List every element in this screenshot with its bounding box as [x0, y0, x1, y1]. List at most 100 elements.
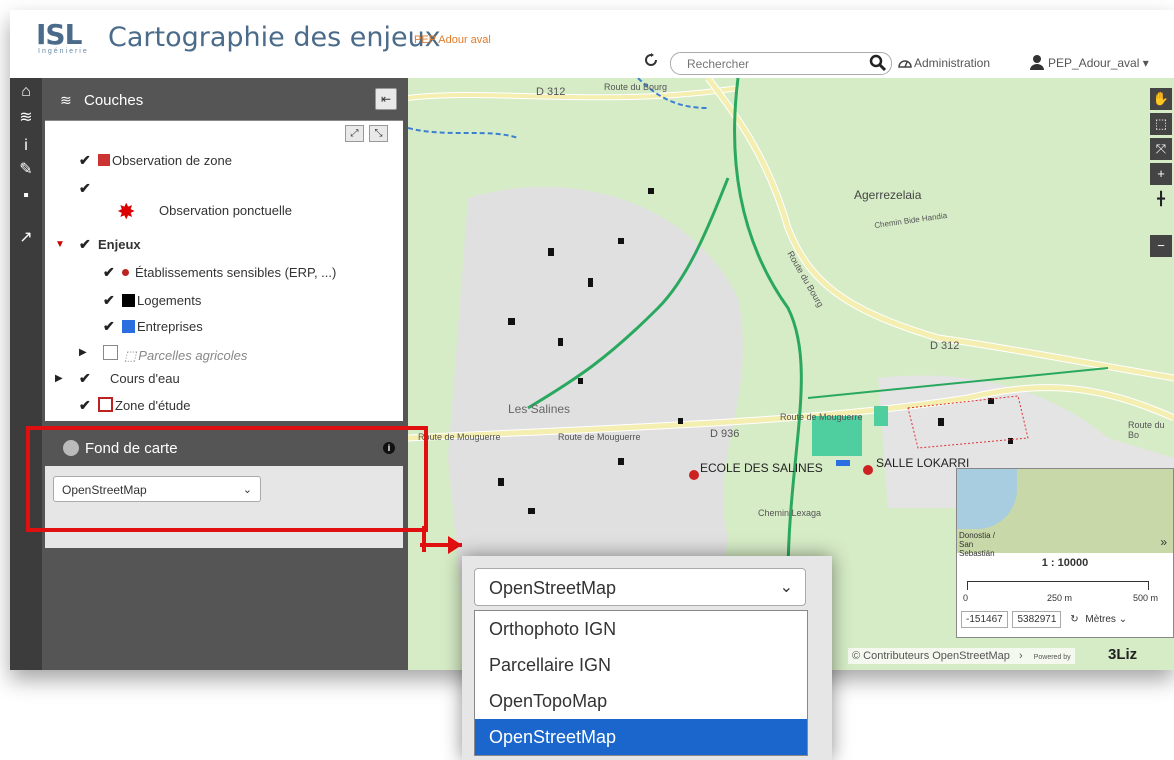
layer-etablissements[interactable]: ✔ Établissements sensibles (ERP, ...)	[103, 265, 336, 280]
couches-title: Couches	[84, 92, 144, 109]
dashboard-icon	[898, 60, 912, 68]
layer-label: Établissements sensibles (ERP, ...)	[135, 265, 337, 280]
overview-minimap[interactable]: Donostia / San Sebastián »	[957, 469, 1173, 558]
pan-icon[interactable]: ✋	[1150, 88, 1172, 110]
scale-500: 500 m	[1133, 593, 1159, 603]
search-box[interactable]	[670, 52, 892, 75]
layer-observation-zone[interactable]: ✔ Observation de zone	[79, 153, 232, 168]
share-icon[interactable]: ↗	[16, 228, 36, 248]
map-label-route-du-bo: Route du Bo	[1128, 420, 1165, 440]
zoomed-dropdown: OpenStreetMap ⌄ Orthophoto IGN Parcellai…	[462, 556, 832, 760]
collapsed-caret-icon[interactable]: ▶	[55, 373, 63, 384]
nav-strip: ⌂ ≋ i ✎ ▪ ↗	[10, 78, 42, 670]
layers-nav-icon[interactable]: ≋	[16, 108, 36, 128]
attribution-arrow[interactable]: ›	[1019, 650, 1023, 662]
user-icon	[1030, 55, 1044, 70]
zoom-out-button[interactable]: −	[1150, 235, 1172, 257]
layer-label: Observation de zone	[112, 153, 232, 168]
option-opentopomap[interactable]: OpenTopoMap	[475, 683, 807, 719]
zoom-extent-icon[interactable]: ⤧	[1150, 138, 1172, 160]
map-label-d312-b: D 312	[930, 340, 960, 352]
home-icon[interactable]: ⌂	[16, 82, 36, 102]
expand-all-button[interactable]: ⤢	[345, 125, 364, 142]
option-openstreetmap[interactable]: OpenStreetMap	[475, 719, 807, 755]
edit-icon[interactable]: ✎	[16, 160, 36, 180]
arrow-head-icon	[448, 536, 462, 554]
expand-overview-button[interactable]: »	[1160, 535, 1167, 549]
layer-cours-eau[interactable]: ✔ Cours d'eau	[79, 371, 180, 386]
zoom-box-icon[interactable]: ⬚	[1150, 113, 1172, 135]
refresh-icon[interactable]	[644, 53, 658, 67]
layer-label: Entreprises	[137, 319, 203, 334]
units-select[interactable]: Mètres	[1085, 614, 1116, 625]
overview-city: Donostia / San Sebastián	[959, 531, 996, 558]
scale-250: 250 m	[1047, 593, 1073, 603]
basemap-select-value: OpenStreetMap	[489, 578, 617, 598]
layer-label: Zone d'étude	[115, 398, 191, 413]
collapsed-caret-icon[interactable]: ▶	[79, 347, 87, 358]
map-label-route-mouguerre: Route de Mouguerre	[418, 432, 501, 442]
zone-symbol-icon	[98, 154, 110, 166]
map-label-les-salines: Les Salines	[508, 402, 571, 416]
coord-x: -151467	[961, 611, 1008, 628]
scale-zero: 0	[963, 593, 969, 603]
info-nav-icon[interactable]: i	[16, 136, 36, 156]
layer-label: Enjeux	[98, 237, 141, 252]
map-toolbar: ✋ ⬚ ⤧ + ╋ −	[1150, 88, 1172, 260]
powered-by: Powered by	[1033, 654, 1071, 661]
brand-logo: 3Liz	[1108, 646, 1138, 663]
zoom-slider[interactable]: ╋	[1150, 188, 1172, 232]
map-label-route-mouguerre-3: Route de Mouguerre	[780, 412, 863, 422]
collapse-all-button[interactable]: ⤡	[369, 125, 388, 142]
layer-group-enjeux[interactable]: ✔ Enjeux	[79, 237, 141, 252]
overview-sea	[957, 469, 1017, 529]
layer-logements[interactable]: ✔ Logements	[103, 293, 201, 308]
layer-label: Cours d'eau	[110, 371, 180, 386]
checkbox[interactable]: ✔	[103, 293, 116, 307]
zone-etude-symbol-icon	[98, 397, 113, 412]
layer-observation-ponctuelle[interactable]: ✔	[79, 181, 98, 196]
logo-sub: Ingénierie	[38, 48, 89, 55]
layer-entreprises[interactable]: ✔ Entreprises	[103, 319, 203, 334]
map-label-route-mouguerre-2: Route de Mouguerre	[558, 432, 641, 442]
checkbox[interactable]	[103, 345, 118, 360]
basemap-options: Orthophoto IGN Parcellaire IGN OpenTopoM…	[474, 610, 808, 756]
checkbox[interactable]: ✔	[103, 265, 116, 279]
basemap-select-zoomed[interactable]: OpenStreetMap ⌄	[474, 568, 806, 606]
administration-link[interactable]: Administration	[914, 56, 990, 70]
layer-zone-etude[interactable]: ✔ Zone d'étude	[79, 397, 191, 413]
logo-text: ISL	[36, 18, 82, 51]
scale-label: 1 : 10000	[1041, 557, 1089, 569]
highlight-box	[26, 426, 428, 532]
coordinates: -151467 5382971 ↻ Mètres ⌄	[961, 611, 1127, 628]
checkbox[interactable]: ✔	[79, 237, 92, 251]
checkbox[interactable]: ✔	[103, 319, 116, 333]
option-parcellaire[interactable]: Parcellaire IGN	[475, 647, 807, 683]
attribution-text[interactable]: © Contributeurs OpenStreetMap	[852, 650, 1010, 662]
option-orthophoto[interactable]: Orthophoto IGN	[475, 611, 807, 647]
refresh-coords-icon[interactable]: ↻	[1070, 614, 1078, 625]
app-subtitle: PEP Adour aval	[414, 34, 491, 46]
expanded-caret-icon[interactable]: ▼	[55, 239, 65, 250]
logement-symbol-icon	[122, 294, 135, 307]
checkbox[interactable]: ✔	[79, 371, 92, 385]
search-input[interactable]	[685, 55, 859, 73]
side-panel: ≋ Couches ⇤ ⤢ ⤡ ✔ Observation de zone ✔ ✸…	[42, 78, 408, 670]
collapse-panel-button[interactable]: ⇤	[375, 88, 397, 110]
checkbox[interactable]: ✔	[79, 181, 92, 195]
point-symbol-icon: ✸	[117, 199, 136, 224]
highlight-connector	[422, 526, 426, 552]
layer-parcelles[interactable]: ⬚ Parcelles agricoles	[103, 345, 247, 364]
checkbox[interactable]: ✔	[79, 153, 92, 167]
zoom-in-button[interactable]: +	[1150, 163, 1172, 185]
search-icon[interactable]	[869, 54, 887, 72]
couches-header: ≋ Couches ⇤	[42, 78, 408, 120]
overview-map: Donostia / San Sebastián » 1 : 10000 0 2…	[956, 468, 1174, 638]
chevron-down-icon: ⌄	[779, 579, 793, 596]
checkbox[interactable]: ✔	[79, 398, 92, 412]
map-label-chemin-lexaga: Chemin Lexaga	[758, 508, 822, 518]
app-title: Cartographie des enjeux	[108, 22, 441, 53]
user-menu[interactable]: PEP_Adour_aval ▾	[1048, 56, 1149, 70]
comment-icon[interactable]: ▪	[16, 186, 36, 206]
chevron-down-icon: ⌄	[1118, 614, 1128, 625]
